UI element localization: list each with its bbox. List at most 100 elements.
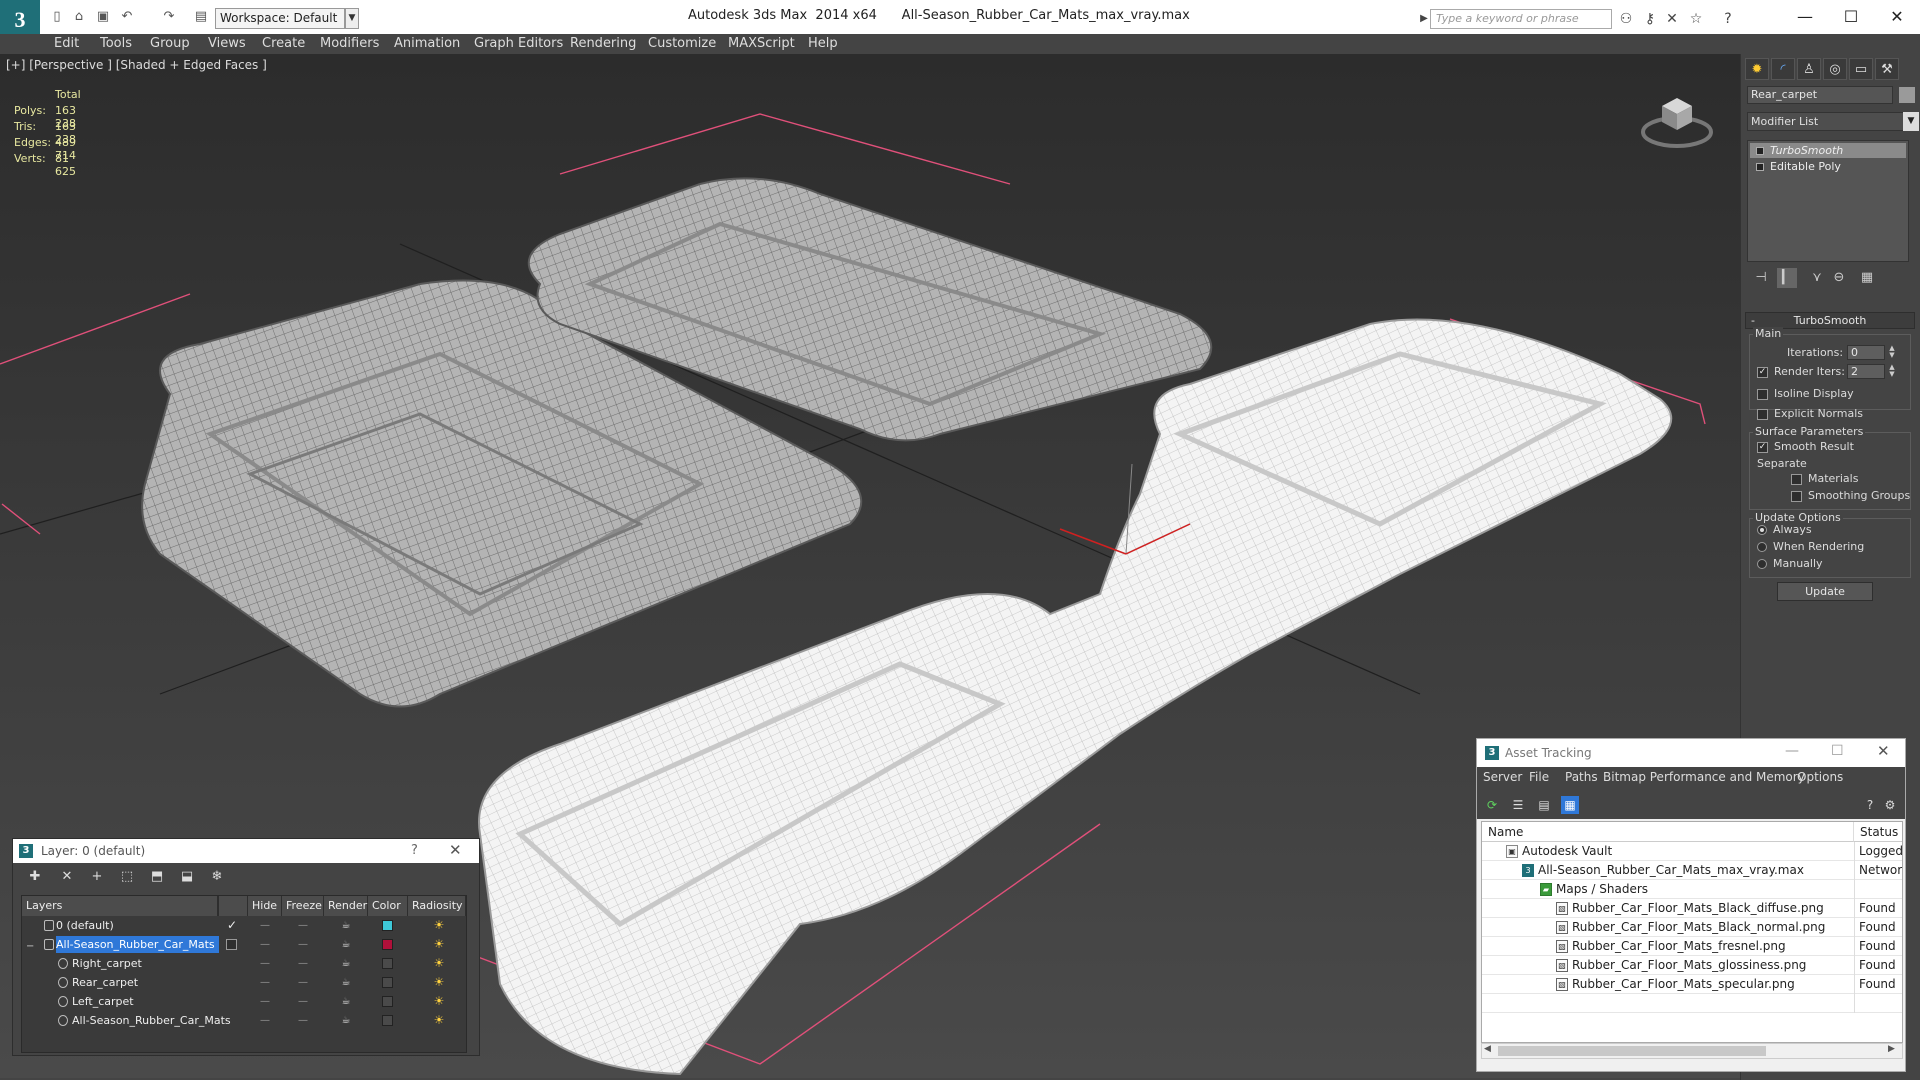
render-teapot-icon[interactable]: ☕: [326, 935, 366, 954]
menu-create[interactable]: Create: [262, 36, 305, 51]
remove-modifier-icon[interactable]: ⊖: [1829, 268, 1849, 288]
menu-animation[interactable]: Animation: [394, 36, 460, 51]
menu-server[interactable]: Server: [1483, 770, 1522, 784]
object-name[interactable]: All-Season_Rubber_Car_Mats: [72, 1012, 235, 1029]
object-color-swatch[interactable]: [1899, 87, 1915, 103]
make-unique-icon[interactable]: ⋎: [1807, 268, 1827, 288]
star-icon[interactable]: ☆: [1686, 9, 1706, 29]
chevron-down-icon[interactable]: ▼: [1903, 112, 1919, 131]
viewport-label[interactable]: [+] [Perspective ] [Shaded + Edged Faces…: [6, 58, 267, 72]
scroll-left-icon[interactable]: ◀: [1484, 1044, 1491, 1054]
layer-name[interactable]: 0 (default): [56, 917, 118, 934]
isoline-display-checkbox[interactable]: [1757, 389, 1768, 400]
list-view-icon[interactable]: ☰: [1509, 796, 1527, 814]
menu-graph-editors[interactable]: Graph Editors: [474, 36, 563, 51]
column-header-freeze[interactable]: Freeze: [282, 896, 324, 916]
modifier-list-dropdown[interactable]: Modifier List: [1747, 112, 1909, 131]
stack-item-editable-poly[interactable]: Editable Poly: [1750, 159, 1906, 174]
radiosity-icon[interactable]: ☀: [432, 975, 446, 989]
render-iters-spinner[interactable]: 2: [1847, 364, 1885, 379]
render-teapot-icon[interactable]: ☕: [326, 992, 366, 1011]
menu-tools[interactable]: Tools: [100, 36, 132, 51]
render-teapot-icon[interactable]: ☕: [326, 973, 366, 992]
refresh-icon[interactable]: ⟳: [1483, 796, 1501, 814]
create-layer-icon[interactable]: ✚: [25, 868, 45, 886]
show-end-result-icon[interactable]: ▎: [1777, 268, 1797, 288]
update-button[interactable]: Update: [1777, 582, 1873, 601]
asset-row[interactable]: ▧ Rubber_Car_Floor_Mats_Black_normal.png…: [1482, 918, 1902, 937]
minimize-button[interactable]: —: [1782, 4, 1828, 30]
freeze-all-icon[interactable]: ❄: [207, 868, 227, 886]
asset-row[interactable]: ▧ Rubber_Car_Floor_Mats_fresnel.png Foun…: [1482, 937, 1902, 956]
viewcube[interactable]: [1640, 84, 1714, 154]
hide-toggle[interactable]: —: [250, 973, 280, 992]
dialog-title-bar[interactable]: 3 Layer: 0 (default) ? ✕: [13, 839, 479, 863]
freeze-toggle[interactable]: —: [284, 954, 322, 973]
freeze-toggle[interactable]: —: [284, 992, 322, 1011]
hierarchy-tab-icon[interactable]: ♙: [1797, 58, 1821, 80]
column-header-status[interactable]: Status: [1854, 822, 1902, 842]
key-icon[interactable]: ⚷: [1640, 9, 1660, 29]
radiosity-icon[interactable]: ☀: [432, 1013, 446, 1027]
close-icon[interactable]: ✕: [1877, 742, 1890, 760]
menu-maxscript[interactable]: MAXScript: [728, 36, 795, 51]
chevron-down-icon[interactable]: ▼: [345, 8, 359, 29]
layer-row[interactable]: All-Season_Rubber_Car_Mats — — ☕ ☀: [22, 1011, 466, 1030]
help-button[interactable]: ?: [411, 843, 418, 858]
asset-row[interactable]: ▧ Rubber_Car_Floor_Mats_Black_diffuse.pn…: [1482, 899, 1902, 918]
column-header-render[interactable]: Render: [324, 896, 368, 916]
manually-radio[interactable]: [1757, 559, 1767, 569]
modify-tab-icon[interactable]: ◜: [1771, 58, 1795, 80]
layer-color-swatch[interactable]: [382, 920, 393, 931]
column-header-name[interactable]: Name: [1482, 822, 1854, 842]
lightbulb-icon[interactable]: [1756, 147, 1764, 155]
display-tab-icon[interactable]: ▭: [1849, 58, 1873, 80]
asset-row[interactable]: ▣ Autodesk Vault Logged Out: [1482, 842, 1902, 861]
materials-checkbox[interactable]: [1791, 474, 1802, 485]
hide-toggle[interactable]: —: [250, 1011, 280, 1030]
scroll-thumb[interactable]: [1498, 1046, 1766, 1056]
stack-item-turbosmooth[interactable]: TurboSmooth: [1750, 143, 1906, 158]
pin-stack-icon[interactable]: ⊣: [1751, 268, 1771, 288]
table-view-icon[interactable]: ▤: [1535, 796, 1553, 814]
horizontal-scrollbar[interactable]: ◀ ▶: [1481, 1043, 1903, 1059]
object-name-field[interactable]: Rear_carpet: [1747, 86, 1893, 104]
object-name[interactable]: Right_carpet: [72, 955, 146, 972]
maximize-button[interactable]: ☐: [1831, 743, 1844, 759]
hide-toggle[interactable]: —: [250, 954, 280, 973]
object-name[interactable]: Left_carpet: [72, 993, 138, 1010]
menu-paths[interactable]: Paths: [1565, 770, 1598, 784]
radiosity-icon[interactable]: ☀: [432, 918, 446, 932]
binoculars-icon[interactable]: ⚇: [1616, 9, 1636, 29]
column-header-active[interactable]: [218, 896, 248, 916]
new-file-icon[interactable]: ▯: [48, 9, 66, 25]
utilities-tab-icon[interactable]: ⚒: [1875, 58, 1899, 80]
hide-all-icon[interactable]: ⬓: [177, 868, 197, 886]
when-rendering-radio[interactable]: [1757, 542, 1767, 552]
freeze-toggle[interactable]: —: [284, 916, 322, 935]
menu-options[interactable]: Options: [1797, 770, 1843, 784]
layer-name[interactable]: All-Season_Rubber_Car_Mats: [56, 936, 219, 953]
object-name[interactable]: Rear_carpet: [72, 974, 142, 991]
settings-icon[interactable]: ⚙: [1881, 796, 1899, 814]
asset-row[interactable]: ▰ Maps / Shaders: [1482, 880, 1902, 899]
render-teapot-icon[interactable]: ☕: [326, 1011, 366, 1030]
close-icon[interactable]: ✕: [449, 841, 462, 859]
menu-rendering[interactable]: Rendering: [570, 36, 636, 51]
help-icon[interactable]: ?: [1861, 796, 1879, 814]
menu-group[interactable]: Group: [150, 36, 190, 51]
spinner-arrows-icon[interactable]: ▲ ▼: [1887, 364, 1897, 379]
freeze-toggle[interactable]: —: [284, 1011, 322, 1030]
column-header-color[interactable]: Color: [368, 896, 408, 916]
hide-toggle[interactable]: —: [250, 935, 280, 954]
grid-view-icon[interactable]: ▦: [1561, 796, 1579, 814]
smoothing-groups-checkbox[interactable]: [1791, 491, 1802, 502]
column-header-hide[interactable]: Hide: [248, 896, 282, 916]
add-to-layer-icon[interactable]: [226, 939, 237, 950]
menu-edit[interactable]: Edit: [54, 36, 79, 51]
asset-row[interactable]: 3 All-Season_Rubber_Car_Mats_max_vray.ma…: [1482, 861, 1902, 880]
render-teapot-icon[interactable]: ☕: [326, 954, 366, 973]
object-color-swatch[interactable]: [382, 1015, 393, 1026]
save-icon[interactable]: ▣: [94, 9, 112, 25]
subscription-icon[interactable]: ✕: [1662, 9, 1682, 29]
